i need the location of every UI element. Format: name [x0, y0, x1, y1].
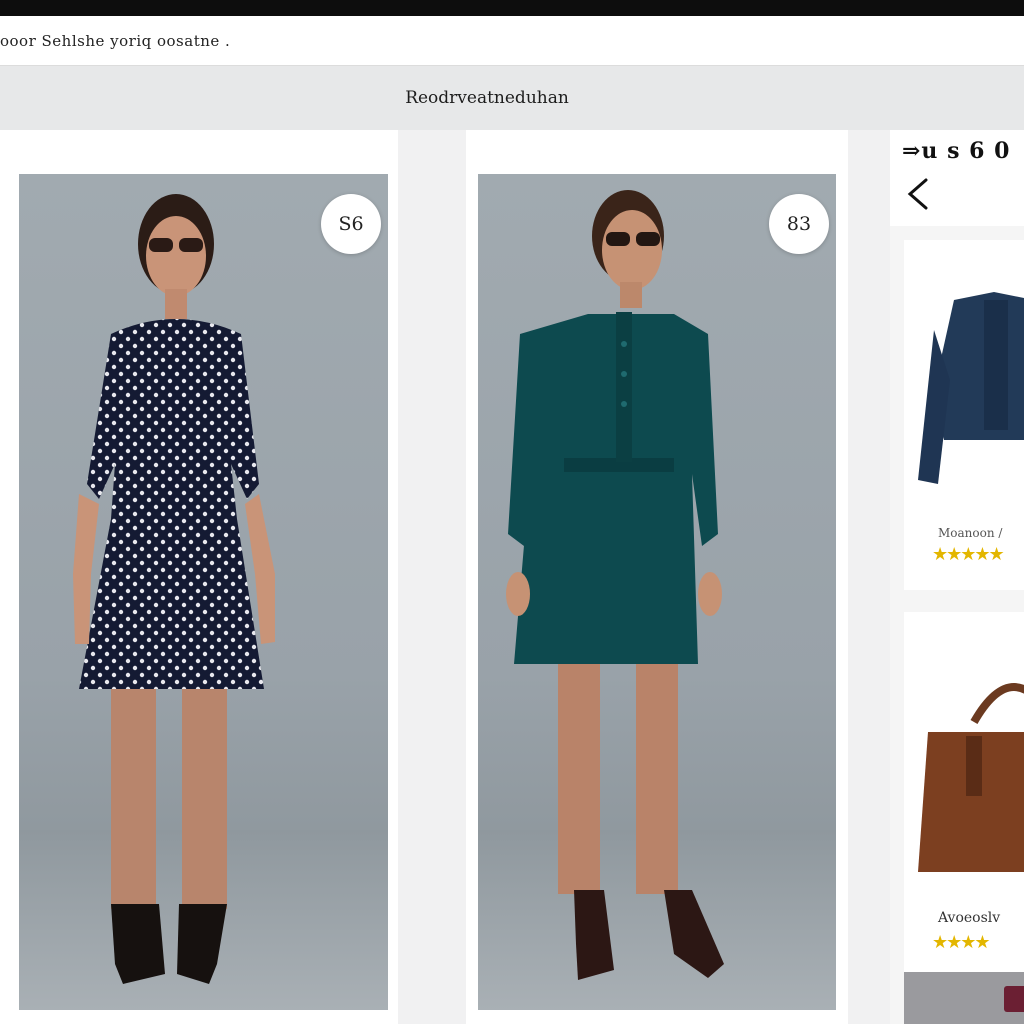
page-title: Reodrveatneduhan: [405, 88, 569, 108]
product-card-polka-dress[interactable]: S6: [0, 130, 398, 1024]
browser-top-bar: [0, 0, 1024, 16]
denim-jacket-image: [918, 292, 1024, 484]
price-badge: 83: [769, 194, 829, 254]
page-header: Reodrveatneduhan: [0, 66, 1024, 130]
product-card-teal-dress[interactable]: 83: [466, 130, 848, 1024]
sidebar-header: ⇒u s 6 0: [890, 130, 1024, 226]
price-badge: S6: [321, 194, 381, 254]
recommendation-sidebar: ⇒u s 6 0 Moanoon / ★★★★★ Avoeoslv ★★★★: [890, 130, 1024, 1024]
address-bar[interactable]: ooor Sehlshe yoriq oosatne .: [0, 16, 1024, 66]
rating-stars: ★★★★★: [932, 544, 1005, 564]
chevron-left-icon[interactable]: [902, 174, 934, 214]
product-action-bar: [904, 972, 1024, 1024]
product-photo[interactable]: S6: [19, 174, 388, 1010]
brown-handbag-image: [918, 683, 1024, 872]
polka-dot-dress-model-image: [73, 194, 275, 984]
product-name: Moanoon /: [938, 526, 1003, 540]
sidebar-product-jacket[interactable]: Moanoon / ★★★★★: [904, 240, 1024, 590]
sidebar-product-handbag[interactable]: Avoeoslv ★★★★: [904, 612, 1024, 1024]
product-photo[interactable]: 83: [478, 174, 836, 1010]
cart-icon[interactable]: [1004, 986, 1024, 1012]
sidebar-count: ⇒u s 6 0: [902, 138, 1011, 164]
teal-dress-model-image: [506, 190, 724, 980]
product-name: Avoeoslv: [938, 910, 1001, 926]
rating-stars: ★★★★: [932, 932, 991, 952]
address-text: ooor Sehlshe yoriq oosatne .: [0, 31, 231, 50]
